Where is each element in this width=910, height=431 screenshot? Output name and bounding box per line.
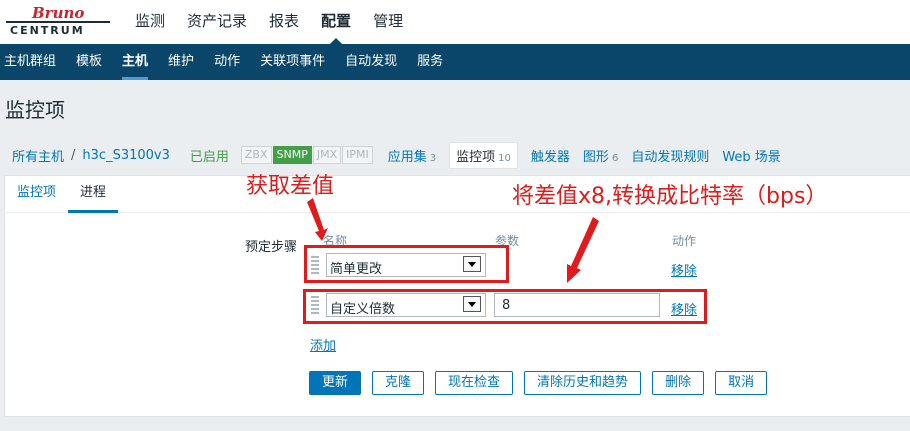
annotation-arrows bbox=[307, 198, 599, 283]
annotation-arrow-icon bbox=[567, 217, 599, 283]
annotation-arrow-icon bbox=[307, 198, 328, 241]
